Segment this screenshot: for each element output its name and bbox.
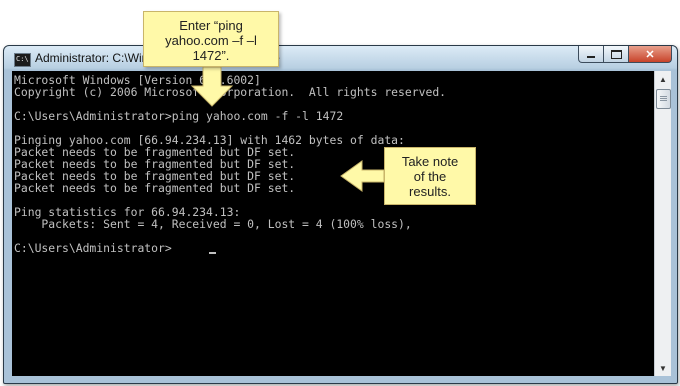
callout-arrows: [190, 66, 385, 192]
callout-take-note: Take note of the results.: [384, 147, 476, 205]
down-arrow: [190, 66, 234, 107]
callout-line: Take note: [401, 154, 459, 169]
callout-line: results.: [409, 184, 451, 199]
callout-enter-command: Enter “ping yahoo.com –f –l 1472”.: [143, 11, 279, 67]
callout-line: of the: [413, 169, 447, 184]
callout-line: Enter “ping: [179, 18, 243, 33]
callout-line: 1472”.: [192, 48, 230, 63]
callout-line: yahoo.com –f –l: [165, 33, 257, 48]
left-arrow: [340, 160, 385, 192]
